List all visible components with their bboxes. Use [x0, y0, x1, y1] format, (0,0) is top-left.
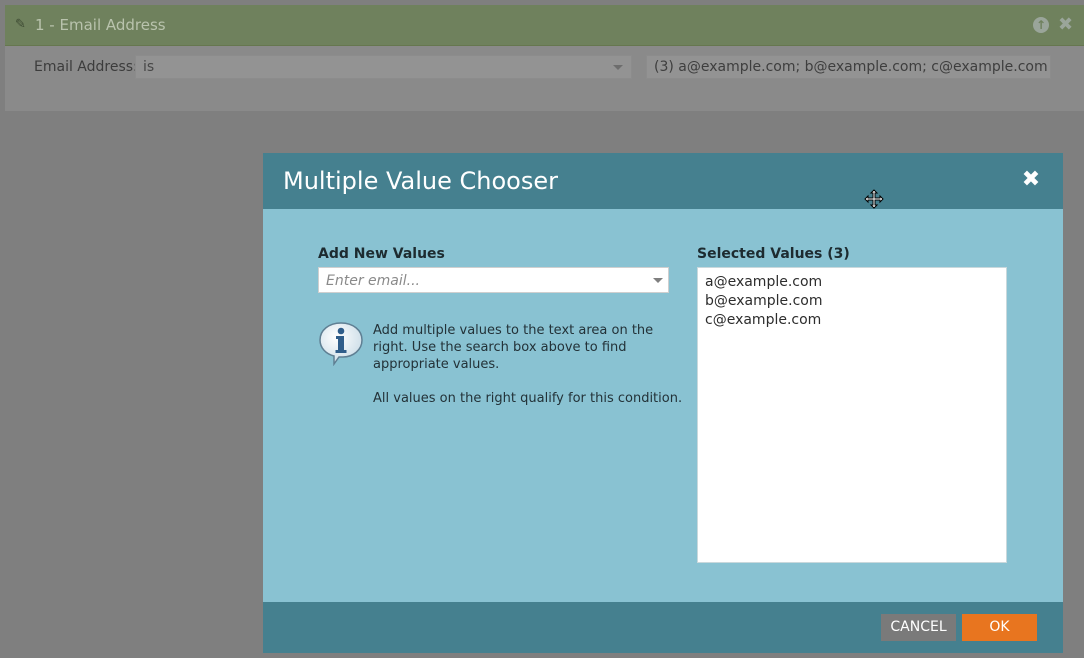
move-up-icon[interactable]: ↑ [1033, 17, 1049, 33]
email-search-input[interactable] [319, 268, 648, 294]
filter-header: ✎ 1 - Email Address ↑ ✖ [5, 5, 1084, 46]
dialog-title: Multiple Value Chooser [283, 167, 558, 195]
multiple-value-chooser-dialog: Multiple Value Chooser ✖ Add New Values … [263, 153, 1063, 653]
cancel-button[interactable]: CANCEL [881, 614, 956, 641]
values-field[interactable]: (3) a@example.com; b@example.com; c@exam… [646, 55, 1051, 79]
chevron-down-icon [613, 65, 623, 70]
selected-values-textarea[interactable]: a@example.com b@example.com c@example.co… [697, 267, 1007, 563]
operator-value: is [143, 59, 155, 75]
filter-close-icon[interactable]: ✖ [1058, 15, 1073, 35]
drag-handle-icon[interactable]: ✎ [15, 17, 26, 33]
email-search-field[interactable] [318, 267, 669, 294]
move-cursor-icon [864, 189, 884, 209]
chevron-down-icon[interactable] [653, 278, 663, 283]
info-icon [319, 322, 363, 366]
operator-select[interactable]: is [135, 55, 632, 79]
selected-value-item: a@example.com [705, 274, 823, 290]
filter-field-label: Email Address: [34, 59, 138, 75]
close-icon[interactable]: ✖ [1020, 169, 1042, 191]
dialog-header[interactable]: Multiple Value Chooser ✖ [263, 153, 1063, 209]
dialog-footer: CANCEL OK [263, 602, 1063, 653]
add-new-values-label: Add New Values [318, 246, 445, 262]
selected-value-item: c@example.com [705, 312, 822, 328]
filter-panel: ✎ 1 - Email Address ↑ ✖ Email Address: i… [5, 5, 1084, 111]
values-summary: (3) a@example.com; b@example.com; c@exam… [654, 59, 1048, 75]
filter-title: 1 - Email Address [35, 16, 166, 34]
selected-values-label: Selected Values (3) [697, 246, 850, 262]
ok-button[interactable]: OK [962, 614, 1037, 641]
info-text-qualify: All values on the right qualify for this… [373, 391, 683, 406]
info-text: Add multiple values to the text area on … [373, 323, 654, 372]
selected-value-item: b@example.com [705, 293, 823, 309]
